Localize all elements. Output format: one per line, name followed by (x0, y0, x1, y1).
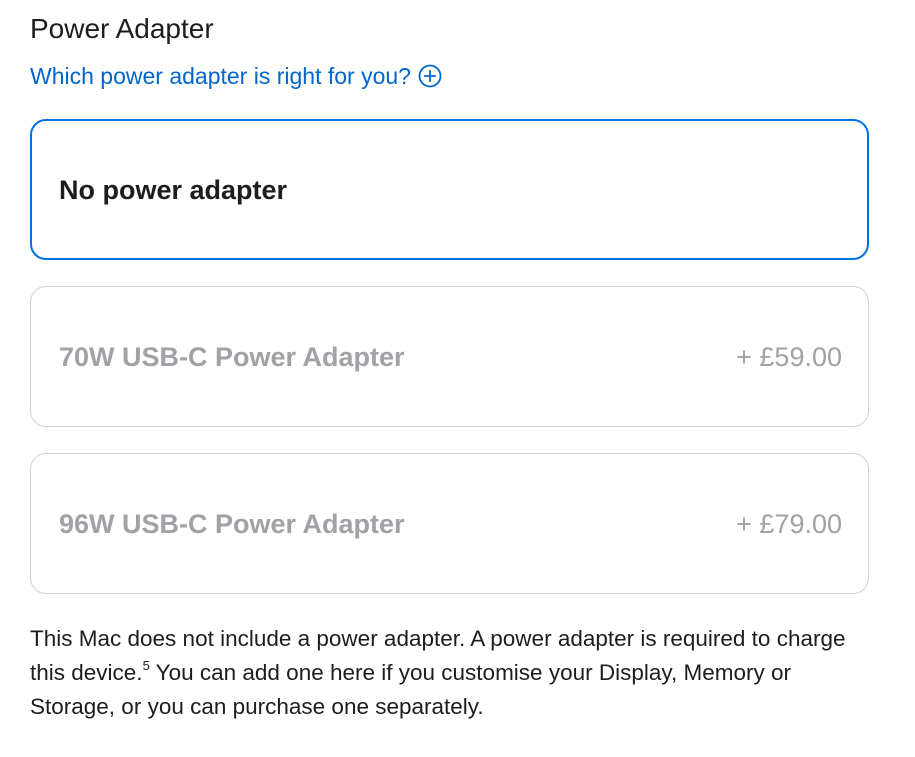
section-title: Power Adapter (30, 13, 214, 44)
option-name: 70W USB-C Power Adapter (59, 341, 405, 372)
plus-circle-icon (418, 64, 442, 88)
option-name: 96W USB-C Power Adapter (59, 508, 405, 539)
power-adapter-options: No power adapter 70W USB-C Power Adapter… (30, 119, 869, 620)
option-name: No power adapter (59, 174, 288, 205)
power-adapter-footnote: This Mac does not include a power adapte… (30, 622, 870, 724)
option-price: + £79.00 (736, 508, 842, 539)
power-adapter-help-link[interactable]: Which power adapter is right for you? (30, 60, 442, 92)
help-link-label: Which power adapter is right for you? (30, 63, 411, 89)
option-96w-usb-c-power-adapter[interactable]: 96W USB-C Power Adapter + £79.00 (30, 453, 869, 594)
footnote-reference[interactable]: 5 (143, 658, 150, 673)
option-no-power-adapter[interactable]: No power adapter (30, 119, 869, 260)
option-price: + £59.00 (736, 341, 842, 372)
option-70w-usb-c-power-adapter[interactable]: 70W USB-C Power Adapter + £59.00 (30, 286, 869, 427)
